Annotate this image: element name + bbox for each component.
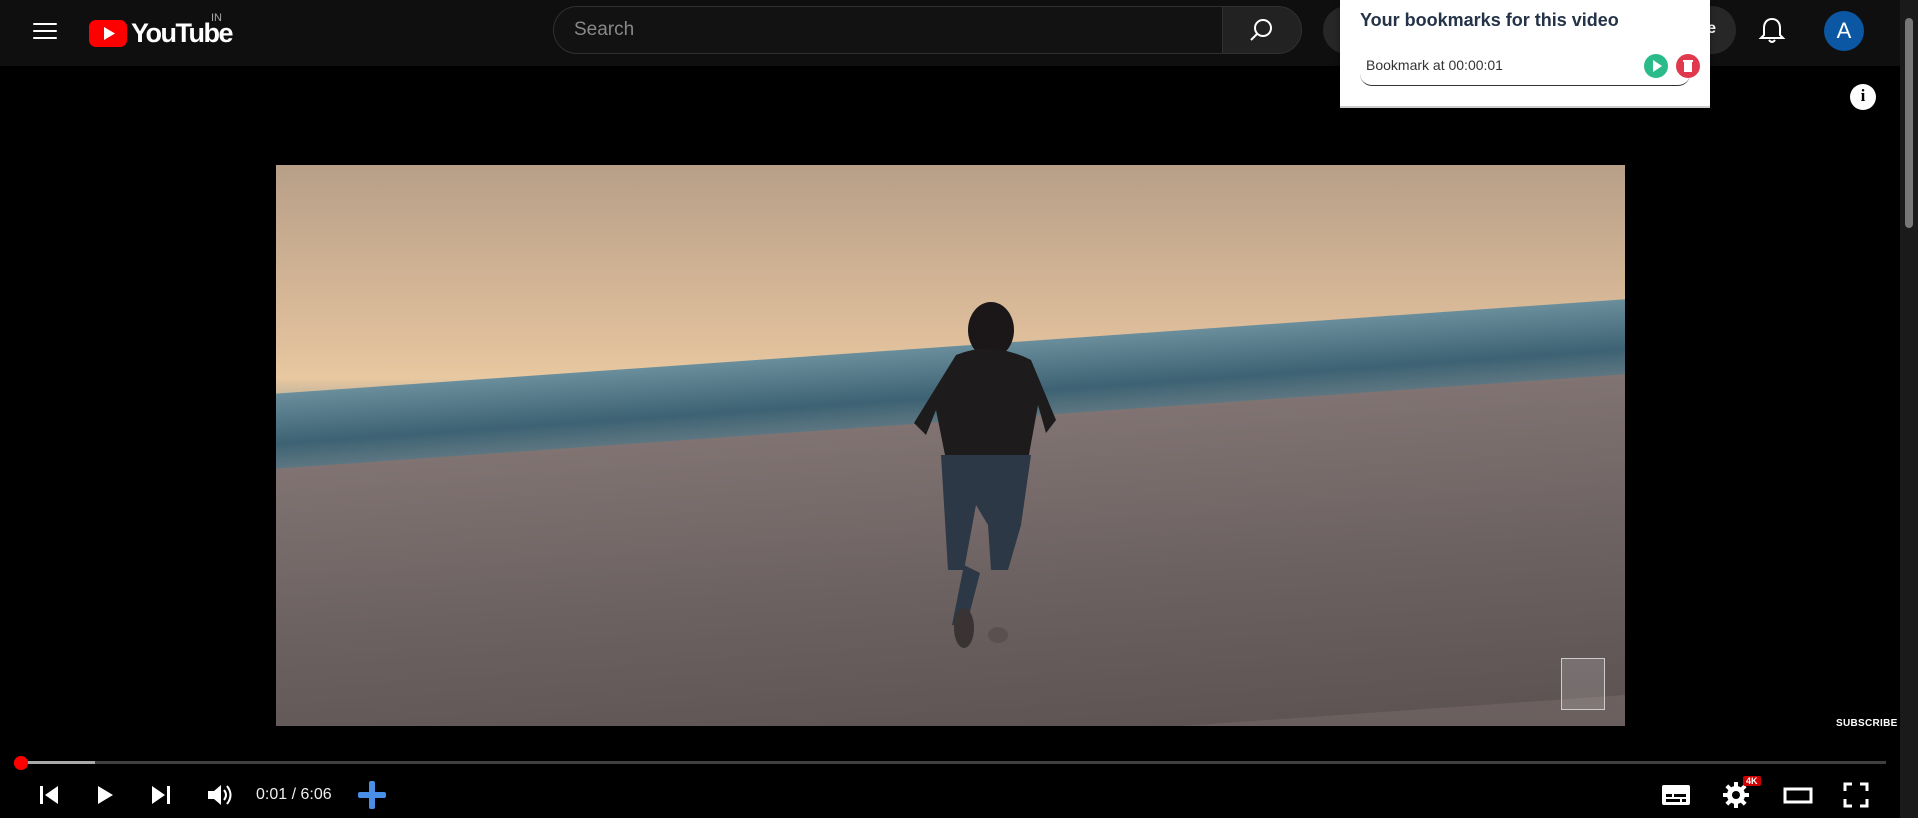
avatar[interactable]: A — [1824, 11, 1864, 51]
bookmark-popup: Your bookmarks for this video Bookmark a… — [1340, 0, 1710, 108]
scrollbar-thumb[interactable] — [1905, 18, 1913, 228]
scrubber-handle[interactable] — [14, 756, 28, 770]
play-icon — [98, 786, 113, 804]
next-button[interactable] — [146, 781, 174, 809]
bell-icon — [1758, 17, 1786, 43]
country-code: IN — [211, 12, 222, 24]
popup-title: Your bookmarks for this video — [1360, 10, 1619, 30]
previous-button[interactable] — [36, 781, 64, 809]
theater-mode-button[interactable] — [1782, 781, 1814, 809]
subtitles-button[interactable] — [1660, 781, 1692, 809]
play-button[interactable] — [91, 781, 119, 809]
subtitles-icon — [1662, 785, 1690, 805]
progress-bar[interactable] — [20, 761, 1886, 764]
volume-button[interactable] — [205, 781, 235, 809]
channel-watermark — [1561, 658, 1605, 710]
youtube-logo-icon — [89, 19, 127, 47]
fullscreen-icon — [1843, 782, 1869, 808]
add-bookmark-icon — [358, 781, 386, 809]
bookmark-delete-button[interactable] — [1676, 54, 1700, 78]
notifications-button[interactable] — [1755, 14, 1789, 48]
avatar-letter: A — [1836, 18, 1852, 43]
video-runner-figure — [914, 302, 1056, 648]
next-icon — [152, 786, 170, 804]
play-icon — [1653, 60, 1662, 72]
search-box — [553, 6, 1223, 54]
search-icon — [1250, 19, 1272, 41]
trash-icon — [1683, 60, 1693, 72]
info-icon[interactable]: i — [1850, 84, 1876, 110]
progress-buffer — [20, 761, 95, 764]
page-scrollbar[interactable] — [1900, 0, 1918, 818]
time-display: 0:01 / 6:06 — [256, 786, 332, 803]
search-input[interactable] — [554, 7, 1222, 53]
video-frame[interactable] — [276, 165, 1625, 726]
previous-icon — [40, 786, 58, 804]
search-button[interactable] — [1222, 6, 1302, 54]
menu-icon[interactable] — [28, 18, 62, 48]
volume-icon — [208, 785, 232, 805]
quality-badge: 4K — [1743, 776, 1761, 786]
bookmark-play-button[interactable] — [1644, 54, 1668, 78]
add-bookmark-button[interactable] — [356, 779, 388, 809]
bookmark-item: Bookmark at 00:00:01 — [1360, 50, 1700, 86]
fullscreen-button[interactable] — [1842, 781, 1870, 809]
subscribe-button[interactable]: SUBSCRIBE — [1836, 718, 1898, 729]
bookmark-label: Bookmark at 00:00:01 — [1366, 57, 1503, 73]
theater-mode-icon — [1783, 787, 1813, 804]
